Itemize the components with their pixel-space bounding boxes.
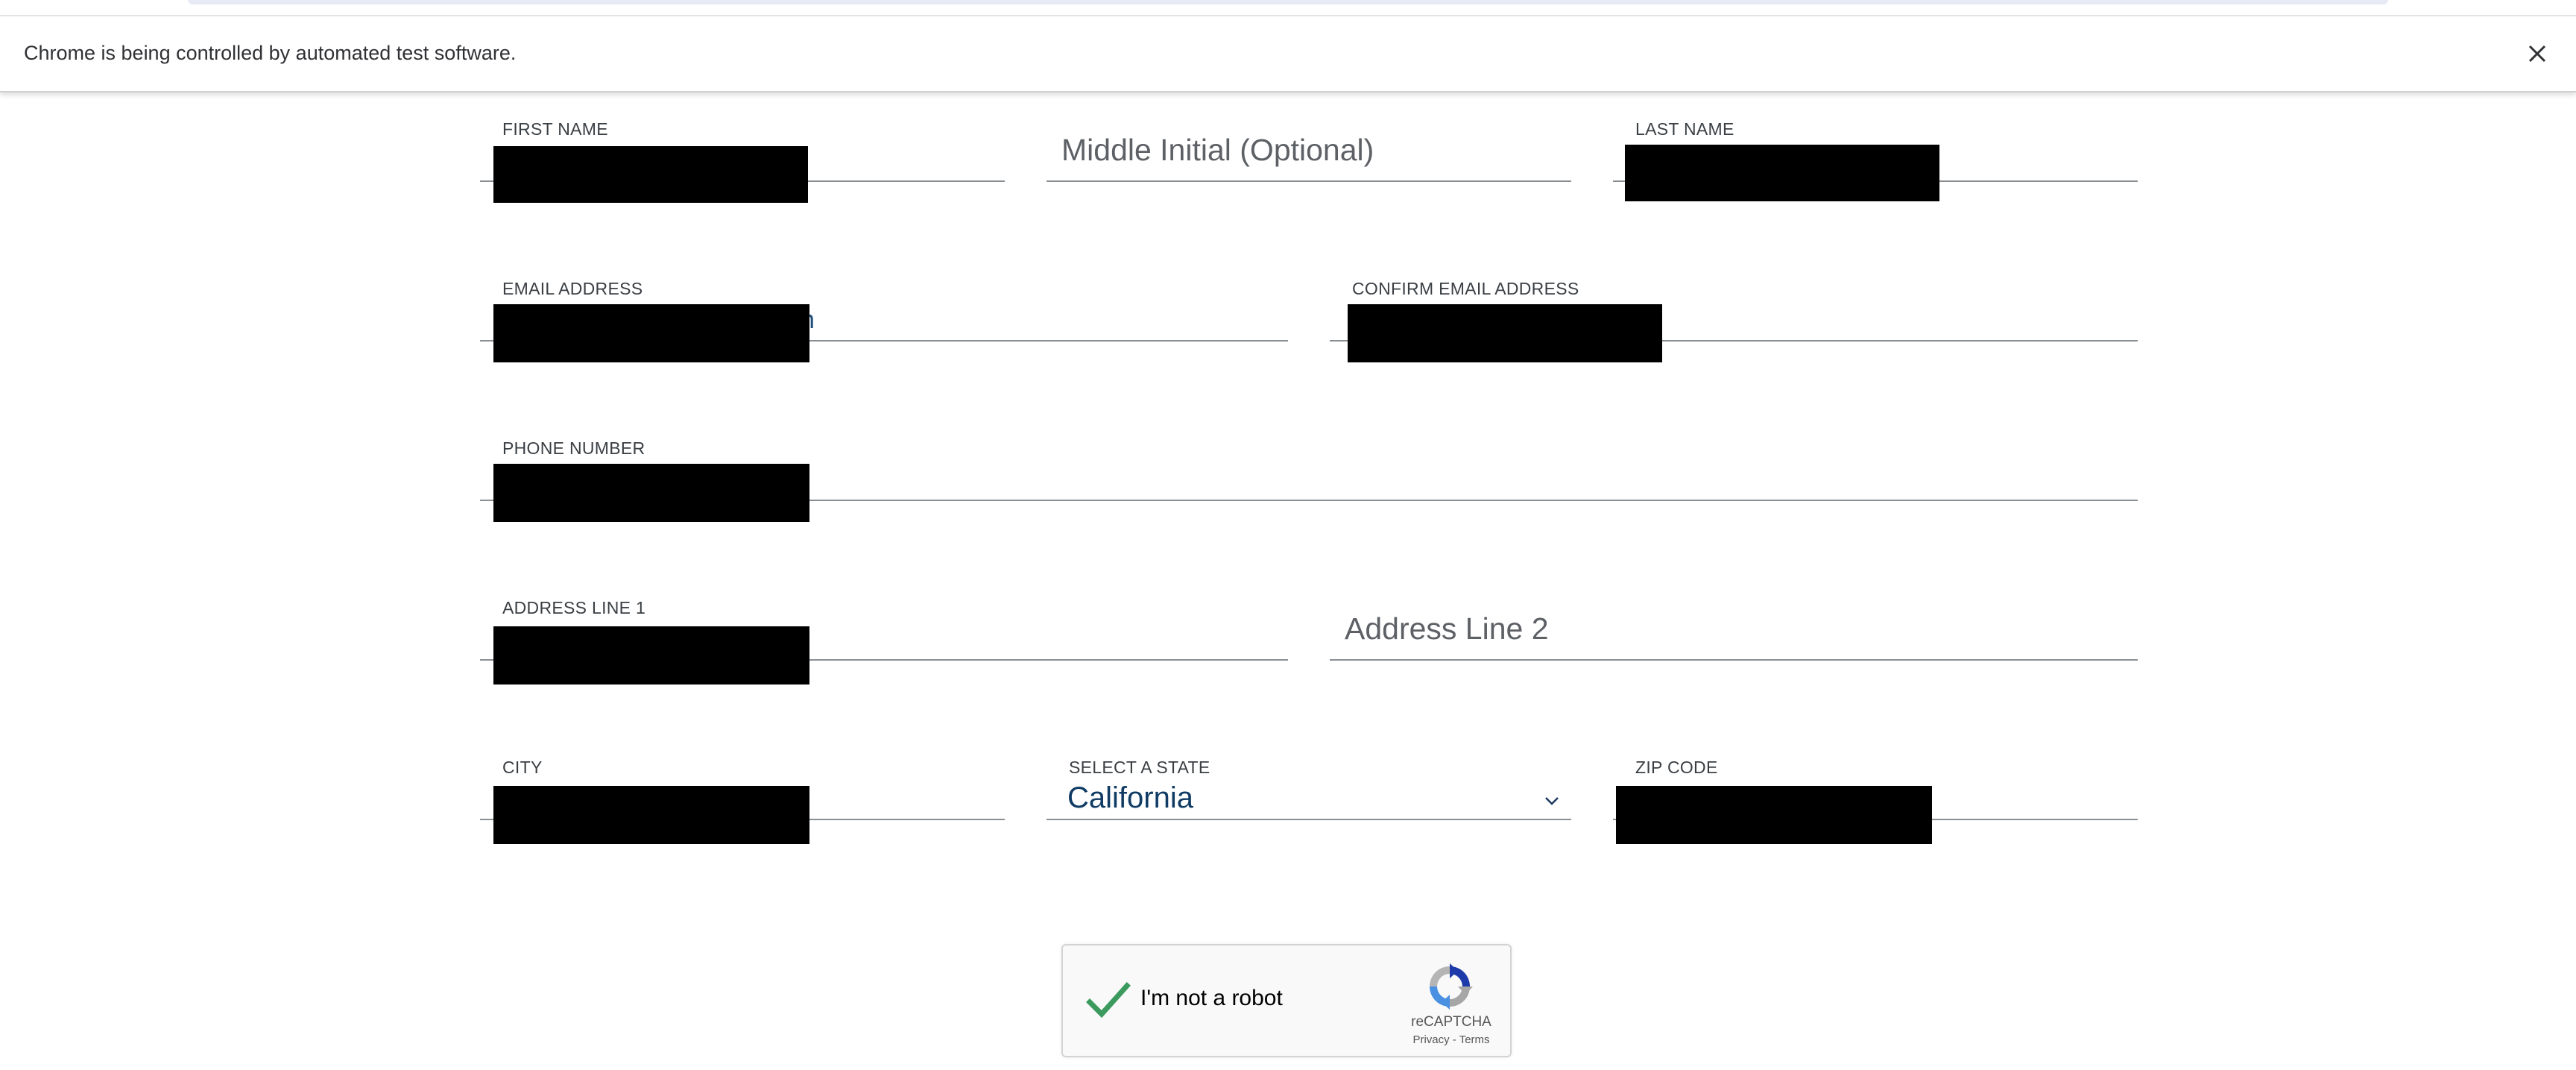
recaptcha-widget: I'm not a robot reCAPTCHA Privacy - Term… bbox=[1061, 944, 1512, 1057]
last-name-field[interactable]: LAST NAME bbox=[1613, 119, 2138, 212]
first-name-label: FIRST NAME bbox=[502, 119, 608, 139]
middle-initial-placeholder: Middle Initial (Optional) bbox=[1061, 133, 1374, 167]
recaptcha-checkbox[interactable] bbox=[1085, 977, 1131, 1023]
tab-remnant bbox=[188, 0, 2388, 4]
address-line-1-label: ADDRESS LINE 1 bbox=[502, 598, 646, 617]
middle-initial-underline bbox=[1046, 180, 1571, 182]
infobar-message: Chrome is being controlled by automated … bbox=[24, 42, 517, 64]
confirm-email-field[interactable]: CONFIRM EMAIL ADDRESS bbox=[1330, 279, 2138, 371]
address-line-2-placeholder: Address Line 2 bbox=[1345, 611, 1549, 646]
zip-code-field[interactable]: ZIP CODE bbox=[1613, 758, 2138, 850]
first-name-field[interactable]: FIRST NAME bbox=[480, 119, 1005, 212]
recaptcha-label: I'm not a robot bbox=[1140, 986, 1283, 1010]
city-redacted-value bbox=[493, 786, 809, 844]
confirm-email-label: CONFIRM EMAIL ADDRESS bbox=[1352, 279, 1579, 298]
address-line-2-field[interactable]: Address Line 2 bbox=[1330, 598, 2138, 690]
email-label: EMAIL ADDRESS bbox=[502, 279, 643, 298]
browser-tabstrip bbox=[0, 0, 2576, 15]
phone-redacted-value bbox=[493, 464, 809, 522]
recaptcha-logo-icon bbox=[1425, 962, 1474, 1011]
last-name-label: LAST NAME bbox=[1635, 119, 1734, 139]
address-line-2-underline bbox=[1330, 659, 2138, 661]
confirm-email-redacted-value bbox=[1348, 304, 1662, 362]
address-line-1-field[interactable]: ADDRESS LINE 1 bbox=[480, 598, 1288, 690]
recaptcha-link-separator: - bbox=[1449, 1033, 1459, 1046]
zip-code-redacted-value bbox=[1616, 786, 1932, 844]
recaptcha-links: Privacy - Terms bbox=[1395, 1033, 1507, 1046]
recaptcha-terms-link[interactable]: Terms bbox=[1459, 1033, 1490, 1046]
city-field[interactable]: CITY bbox=[480, 758, 1005, 850]
phone-label: PHONE NUMBER bbox=[502, 438, 645, 458]
email-redacted-value bbox=[493, 304, 809, 362]
middle-initial-field[interactable]: Middle Initial (Optional) bbox=[1046, 119, 1571, 212]
automation-infobar: Chrome is being controlled by automated … bbox=[0, 15, 2576, 92]
first-name-redacted-value bbox=[493, 146, 808, 203]
state-value: California bbox=[1067, 781, 1193, 814]
address-line-1-redacted-value bbox=[493, 626, 809, 685]
recaptcha-privacy-link[interactable]: Privacy bbox=[1412, 1033, 1449, 1046]
recaptcha-brand: reCAPTCHA bbox=[1411, 1014, 1491, 1030]
email-field[interactable]: EMAIL ADDRESS n bbox=[480, 279, 1288, 371]
chevron-down-icon[interactable] bbox=[1543, 792, 1561, 810]
phone-field[interactable]: PHONE NUMBER bbox=[480, 438, 2138, 531]
checkmark-icon bbox=[1086, 982, 1131, 1019]
state-underline bbox=[1046, 819, 1571, 820]
state-label: SELECT A STATE bbox=[1069, 758, 1210, 777]
state-select[interactable]: SELECT A STATE California bbox=[1046, 758, 1571, 850]
city-label: CITY bbox=[502, 758, 543, 777]
zip-code-label: ZIP CODE bbox=[1635, 758, 1718, 777]
last-name-redacted-value bbox=[1625, 145, 1939, 201]
close-icon[interactable] bbox=[2518, 34, 2557, 73]
